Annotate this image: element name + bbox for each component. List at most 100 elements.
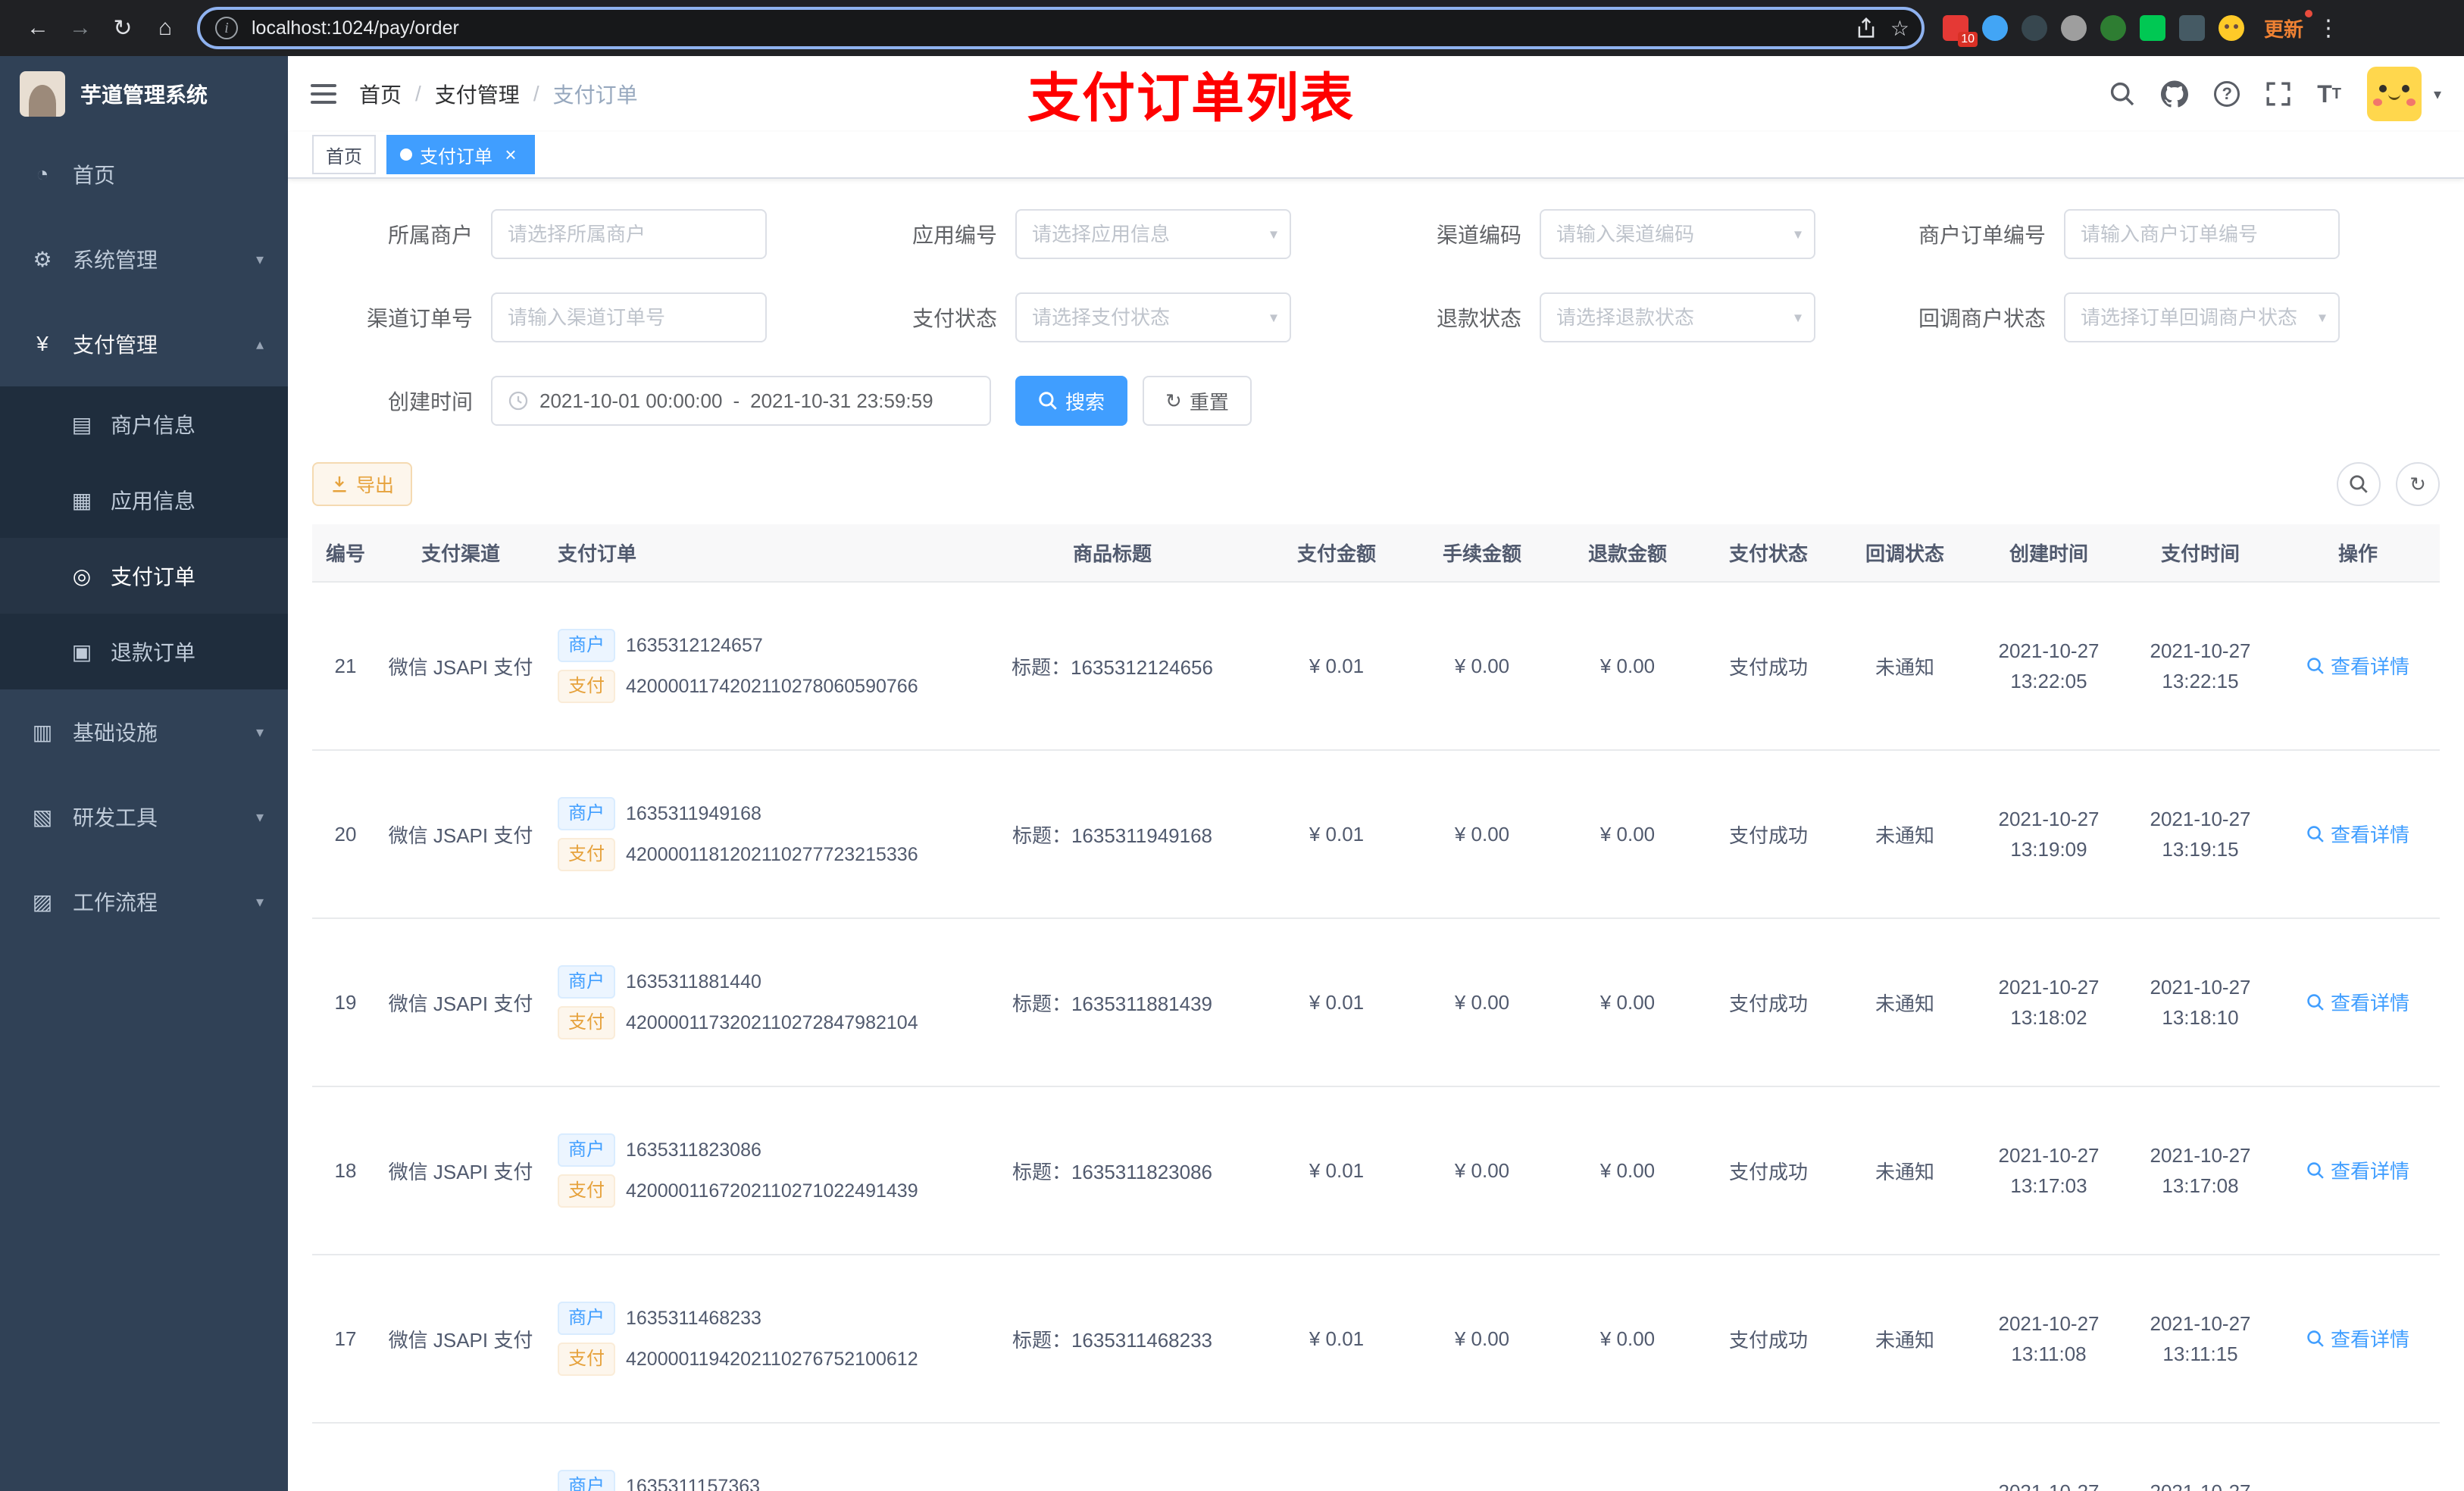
create-date: 2021-10-27 bbox=[1998, 976, 2100, 999]
help-icon[interactable]: ? bbox=[2214, 81, 2240, 107]
extension-icon[interactable] bbox=[2219, 15, 2244, 41]
filter-control: ▾ bbox=[2064, 292, 2340, 342]
date-end[interactable]: 2021-10-31 23:59:59 bbox=[750, 389, 933, 413]
filter-field: 支付状态 ▾ bbox=[836, 292, 1327, 342]
browser-menu-icon[interactable]: ⋮ bbox=[2317, 15, 2340, 42]
extension-icon[interactable] bbox=[2100, 15, 2126, 41]
toolbox-icon: ▧ bbox=[32, 805, 53, 829]
goods-title: 标题：1635312124656 bbox=[1012, 655, 1213, 679]
create-time: 13:19:09 bbox=[2010, 838, 2087, 861]
toggle-search-button[interactable] bbox=[2337, 462, 2381, 506]
view-detail-link[interactable]: 查看详情 bbox=[2306, 820, 2409, 848]
browser-forward-icon[interactable]: → bbox=[61, 8, 100, 48]
chevron-down-icon: ▾ bbox=[255, 724, 264, 741]
notify-status: 未通知 bbox=[1875, 655, 1934, 679]
filter-input[interactable] bbox=[1540, 209, 1815, 259]
font-size-icon[interactable]: TT bbox=[2317, 80, 2341, 108]
url-text[interactable]: localhost:1024/pay/order bbox=[252, 17, 1856, 39]
monitor-icon: ▥ bbox=[32, 720, 53, 744]
app-logo[interactable]: 芋道管理系统 bbox=[0, 56, 288, 132]
bookmark-star-icon[interactable]: ☆ bbox=[1890, 16, 1909, 41]
close-icon[interactable]: × bbox=[500, 143, 521, 167]
filter-field: 所属商户 bbox=[312, 209, 803, 259]
export-button[interactable]: 导出 bbox=[312, 462, 413, 506]
search-icon bbox=[2307, 1330, 2324, 1347]
chevron-down-icon: ▾ bbox=[255, 893, 264, 911]
pay-status: 支付成功 bbox=[1728, 824, 1808, 847]
breadcrumb-pay-manage[interactable]: 支付管理 bbox=[435, 79, 520, 109]
merchant-order-no: 1635311468233 bbox=[626, 1307, 761, 1329]
filter-input[interactable] bbox=[2064, 209, 2340, 259]
sidebar-item-workflow[interactable]: ▨ 工作流程 ▾ bbox=[0, 859, 288, 944]
extension-icon[interactable] bbox=[2179, 15, 2205, 41]
sidebar-item-home[interactable]: ◔ 首页 bbox=[0, 132, 288, 217]
view-detail-link[interactable]: 查看详情 bbox=[2306, 652, 2409, 680]
sidebar-item-label: 工作流程 bbox=[73, 891, 158, 914]
address-bar[interactable]: i localhost:1024/pay/order ☆ bbox=[197, 7, 1925, 49]
column-header: 支付渠道 bbox=[379, 524, 543, 583]
pay-amount: ¥ 0.01 bbox=[1309, 1158, 1365, 1182]
filter-label: 应用编号 bbox=[911, 223, 997, 247]
github-icon[interactable] bbox=[2161, 80, 2189, 108]
view-detail-link[interactable]: 查看详情 bbox=[2306, 1156, 2409, 1184]
tag-home[interactable]: 首页 bbox=[312, 135, 376, 174]
pay-amount: ¥ 0.01 bbox=[1309, 990, 1365, 1014]
sidebar-item-label: 研发工具 bbox=[73, 806, 158, 830]
merchant-order-no: 1635312124657 bbox=[626, 634, 763, 656]
extension-icon[interactable] bbox=[2140, 15, 2165, 41]
fullscreen-icon[interactable] bbox=[2265, 81, 2291, 107]
search-button[interactable]: 搜索 bbox=[1015, 376, 1128, 426]
sidebar-item-merchant-info[interactable]: ▤ 商户信息 bbox=[0, 386, 288, 462]
refresh-table-button[interactable]: ↻ bbox=[2396, 462, 2440, 506]
share-icon[interactable] bbox=[1856, 17, 1877, 39]
sidebar-item-pay-order[interactable]: ◎ 支付订单 bbox=[0, 538, 288, 614]
filter-form: 所属商户 应用编号 ▾ 渠道编码 ▾ 商户订单编号 渠道订单号 bbox=[312, 209, 2440, 342]
date-start[interactable]: 2021-10-01 00:00:00 bbox=[539, 389, 722, 413]
browser-reload-icon[interactable]: ↻ bbox=[103, 8, 142, 48]
search-icon bbox=[2307, 994, 2324, 1011]
extension-icon[interactable]: 10 bbox=[1943, 15, 1978, 47]
sidebar-item-payment[interactable]: ¥ 支付管理 ▴ bbox=[0, 302, 288, 386]
merchant-tag: 商户 bbox=[558, 797, 615, 830]
sidebar-item-app-info[interactable]: ▦ 应用信息 bbox=[0, 462, 288, 538]
collapse-menu-icon[interactable] bbox=[311, 84, 336, 104]
tag-pay-order[interactable]: 支付订单 × bbox=[386, 135, 535, 174]
refund-amount: ¥ 0.00 bbox=[1599, 654, 1656, 677]
active-dot bbox=[400, 148, 412, 161]
date-range-picker[interactable]: 2021-10-01 00:00:00 - 2021-10-31 23:59:5… bbox=[491, 376, 991, 426]
order-id: 17 bbox=[334, 1327, 357, 1350]
extensions-bar: 10 bbox=[1943, 15, 2244, 47]
filter-input[interactable] bbox=[1540, 292, 1815, 342]
pay-date: 2021-10-27 bbox=[2131, 1477, 2270, 1491]
browser-back-icon[interactable]: ← bbox=[18, 8, 58, 48]
extension-icon[interactable] bbox=[1982, 15, 2008, 41]
search-icon[interactable] bbox=[2109, 81, 2135, 107]
browser-update-button[interactable]: 更新 bbox=[2259, 9, 2313, 45]
filter-input[interactable] bbox=[491, 292, 767, 342]
browser-home-icon[interactable]: ⌂ bbox=[145, 8, 185, 48]
extension-icon[interactable] bbox=[2061, 15, 2087, 41]
merchant-tag: 商户 bbox=[558, 1470, 615, 1491]
pay-date: 2021-10-27 bbox=[2150, 1312, 2251, 1335]
filter-input[interactable] bbox=[491, 209, 767, 259]
filter-input[interactable] bbox=[1015, 209, 1291, 259]
create-time: 13:22:05 bbox=[2010, 670, 2087, 692]
view-detail-link[interactable]: 查看详情 bbox=[2306, 1324, 2409, 1352]
goods-title: 标题：1635311823086 bbox=[1012, 1160, 1213, 1183]
view-detail-link[interactable]: 查看详情 bbox=[2306, 988, 2409, 1016]
sidebar-item-dev-tools[interactable]: ▧ 研发工具 ▾ bbox=[0, 774, 288, 859]
sidebar-item-label: 基础设施 bbox=[73, 721, 158, 745]
sidebar-item-infrastructure[interactable]: ▥ 基础设施 ▾ bbox=[0, 689, 288, 774]
filter-input[interactable] bbox=[2064, 292, 2340, 342]
breadcrumb-home[interactable]: 首页 bbox=[359, 79, 402, 109]
reset-button[interactable]: ↻ 重置 bbox=[1143, 376, 1252, 426]
avatar[interactable] bbox=[2366, 67, 2422, 121]
sidebar-item-label: 支付订单 bbox=[111, 565, 196, 589]
filter-input[interactable] bbox=[1015, 292, 1291, 342]
site-info-icon[interactable]: i bbox=[215, 17, 238, 39]
page-content: 所属商户 应用编号 ▾ 渠道编码 ▾ 商户订单编号 渠道订单号 bbox=[288, 179, 2464, 1491]
sidebar-item-refund-order[interactable]: ▣ 退款订单 bbox=[0, 614, 288, 689]
avatar-caret-icon[interactable]: ▾ bbox=[2434, 85, 2441, 104]
sidebar-item-system[interactable]: ⚙ 系统管理 ▾ bbox=[0, 217, 288, 302]
extension-icon[interactable] bbox=[2022, 15, 2047, 41]
